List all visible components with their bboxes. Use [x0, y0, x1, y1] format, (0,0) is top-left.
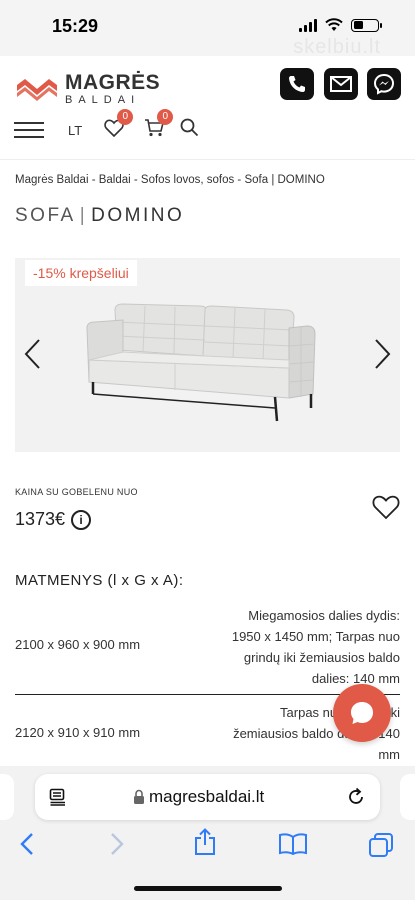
bookmarks-icon[interactable]: [278, 832, 308, 856]
address-bar[interactable]: magresbaldai.lt: [35, 774, 380, 820]
desc-line: 1950 x 1450 mm; Tarpas nuo: [231, 629, 400, 644]
add-to-wishlist-icon[interactable]: [372, 495, 400, 520]
chat-icon: [351, 702, 373, 724]
cart-count-badge: 0: [157, 108, 174, 125]
search-button[interactable]: [180, 118, 199, 142]
logo-name: MAGRĖS: [65, 71, 161, 94]
browser-toolbar: magresbaldai.lt: [0, 766, 415, 900]
wishlist-button[interactable]: 0: [104, 108, 134, 142]
dimension-desc: Miegamosios dalies dydis: 1950 x 1450 mm…: [232, 605, 400, 689]
logo-sub: BALDAI: [65, 94, 141, 106]
share-icon[interactable]: [193, 828, 217, 856]
desc-line: mm: [378, 747, 400, 762]
logo-mark-icon: [17, 79, 57, 101]
logo[interactable]: MAGRĖS BALDAI: [15, 72, 160, 106]
search-icon: [180, 118, 199, 137]
price-value: 1373€: [15, 509, 66, 529]
page: 15:29 skelbiu.lt MAGRĖS BALDAI LT 0 0 Ma…: [0, 0, 415, 900]
battery-icon: [351, 18, 382, 32]
chevron-left-icon[interactable]: [23, 338, 43, 370]
desc-line: dalies: 140 mm: [311, 671, 400, 686]
breadcrumb[interactable]: Magrės Baldai - Baldai - Sofos lovos, so…: [15, 174, 325, 186]
email-button[interactable]: [324, 68, 358, 100]
wifi-icon: [325, 18, 343, 31]
lock-icon: [134, 789, 144, 804]
status-time: 15:29: [52, 16, 99, 36]
desc-line: grindų iki žemiausios baldo: [243, 650, 400, 665]
dimensions-title: MATMENYS (l x G x A):: [15, 572, 184, 589]
reader-icon[interactable]: [49, 788, 67, 806]
dimension-size: 2100 x 960 x 900 mm: [15, 637, 141, 652]
chevron-right-icon[interactable]: [372, 338, 392, 370]
wishlist-count-badge: 0: [117, 108, 134, 125]
forward-icon[interactable]: [110, 832, 124, 856]
tabs-icon[interactable]: [368, 832, 394, 858]
mail-icon: [330, 76, 352, 92]
chat-button[interactable]: [333, 684, 391, 742]
nav-bar: LT 0 0: [14, 108, 199, 142]
messenger-button[interactable]: [367, 68, 401, 100]
product-gallery: -15% krepšeliui: [15, 258, 400, 452]
phone-icon: [289, 76, 305, 92]
home-indicator: [134, 886, 282, 891]
menu-icon[interactable]: [14, 122, 44, 138]
product-image[interactable]: [75, 298, 340, 428]
messenger-icon: [373, 73, 395, 95]
page-title: SOFA | DOMINO: [15, 205, 185, 226]
site-header: MAGRĖS BALDAI LT 0 0: [0, 56, 415, 160]
info-icon[interactable]: i: [71, 509, 92, 530]
url-text: magresbaldai.lt: [149, 787, 265, 806]
signal-icon: [299, 18, 317, 32]
language-selector[interactable]: LT: [68, 123, 82, 138]
price: 1373€ i: [15, 509, 92, 530]
status-icons: [299, 18, 382, 32]
prev-tab-preview[interactable]: [0, 774, 14, 820]
status-bar: 15:29 skelbiu.lt: [0, 0, 415, 58]
reload-icon[interactable]: [346, 787, 366, 807]
dimension-row: 2100 x 960 x 900 mm Miegamosios dalies d…: [15, 605, 400, 695]
next-tab-preview[interactable]: [400, 774, 415, 820]
cart-button[interactable]: 0: [144, 108, 174, 142]
dimension-size: 2120 x 910 x 910 mm: [15, 725, 141, 740]
title-product: DOMINO: [91, 205, 185, 226]
price-label: KAINA SU GOBELENU NUO: [15, 487, 138, 497]
browser-nav: [0, 828, 415, 864]
desc-line: Miegamosios dalies dydis:: [248, 608, 400, 623]
promo-badge: -15% krepšeliui: [25, 260, 137, 286]
back-icon[interactable]: [20, 832, 34, 856]
phone-button[interactable]: [280, 68, 314, 100]
title-category: SOFA: [15, 205, 76, 226]
